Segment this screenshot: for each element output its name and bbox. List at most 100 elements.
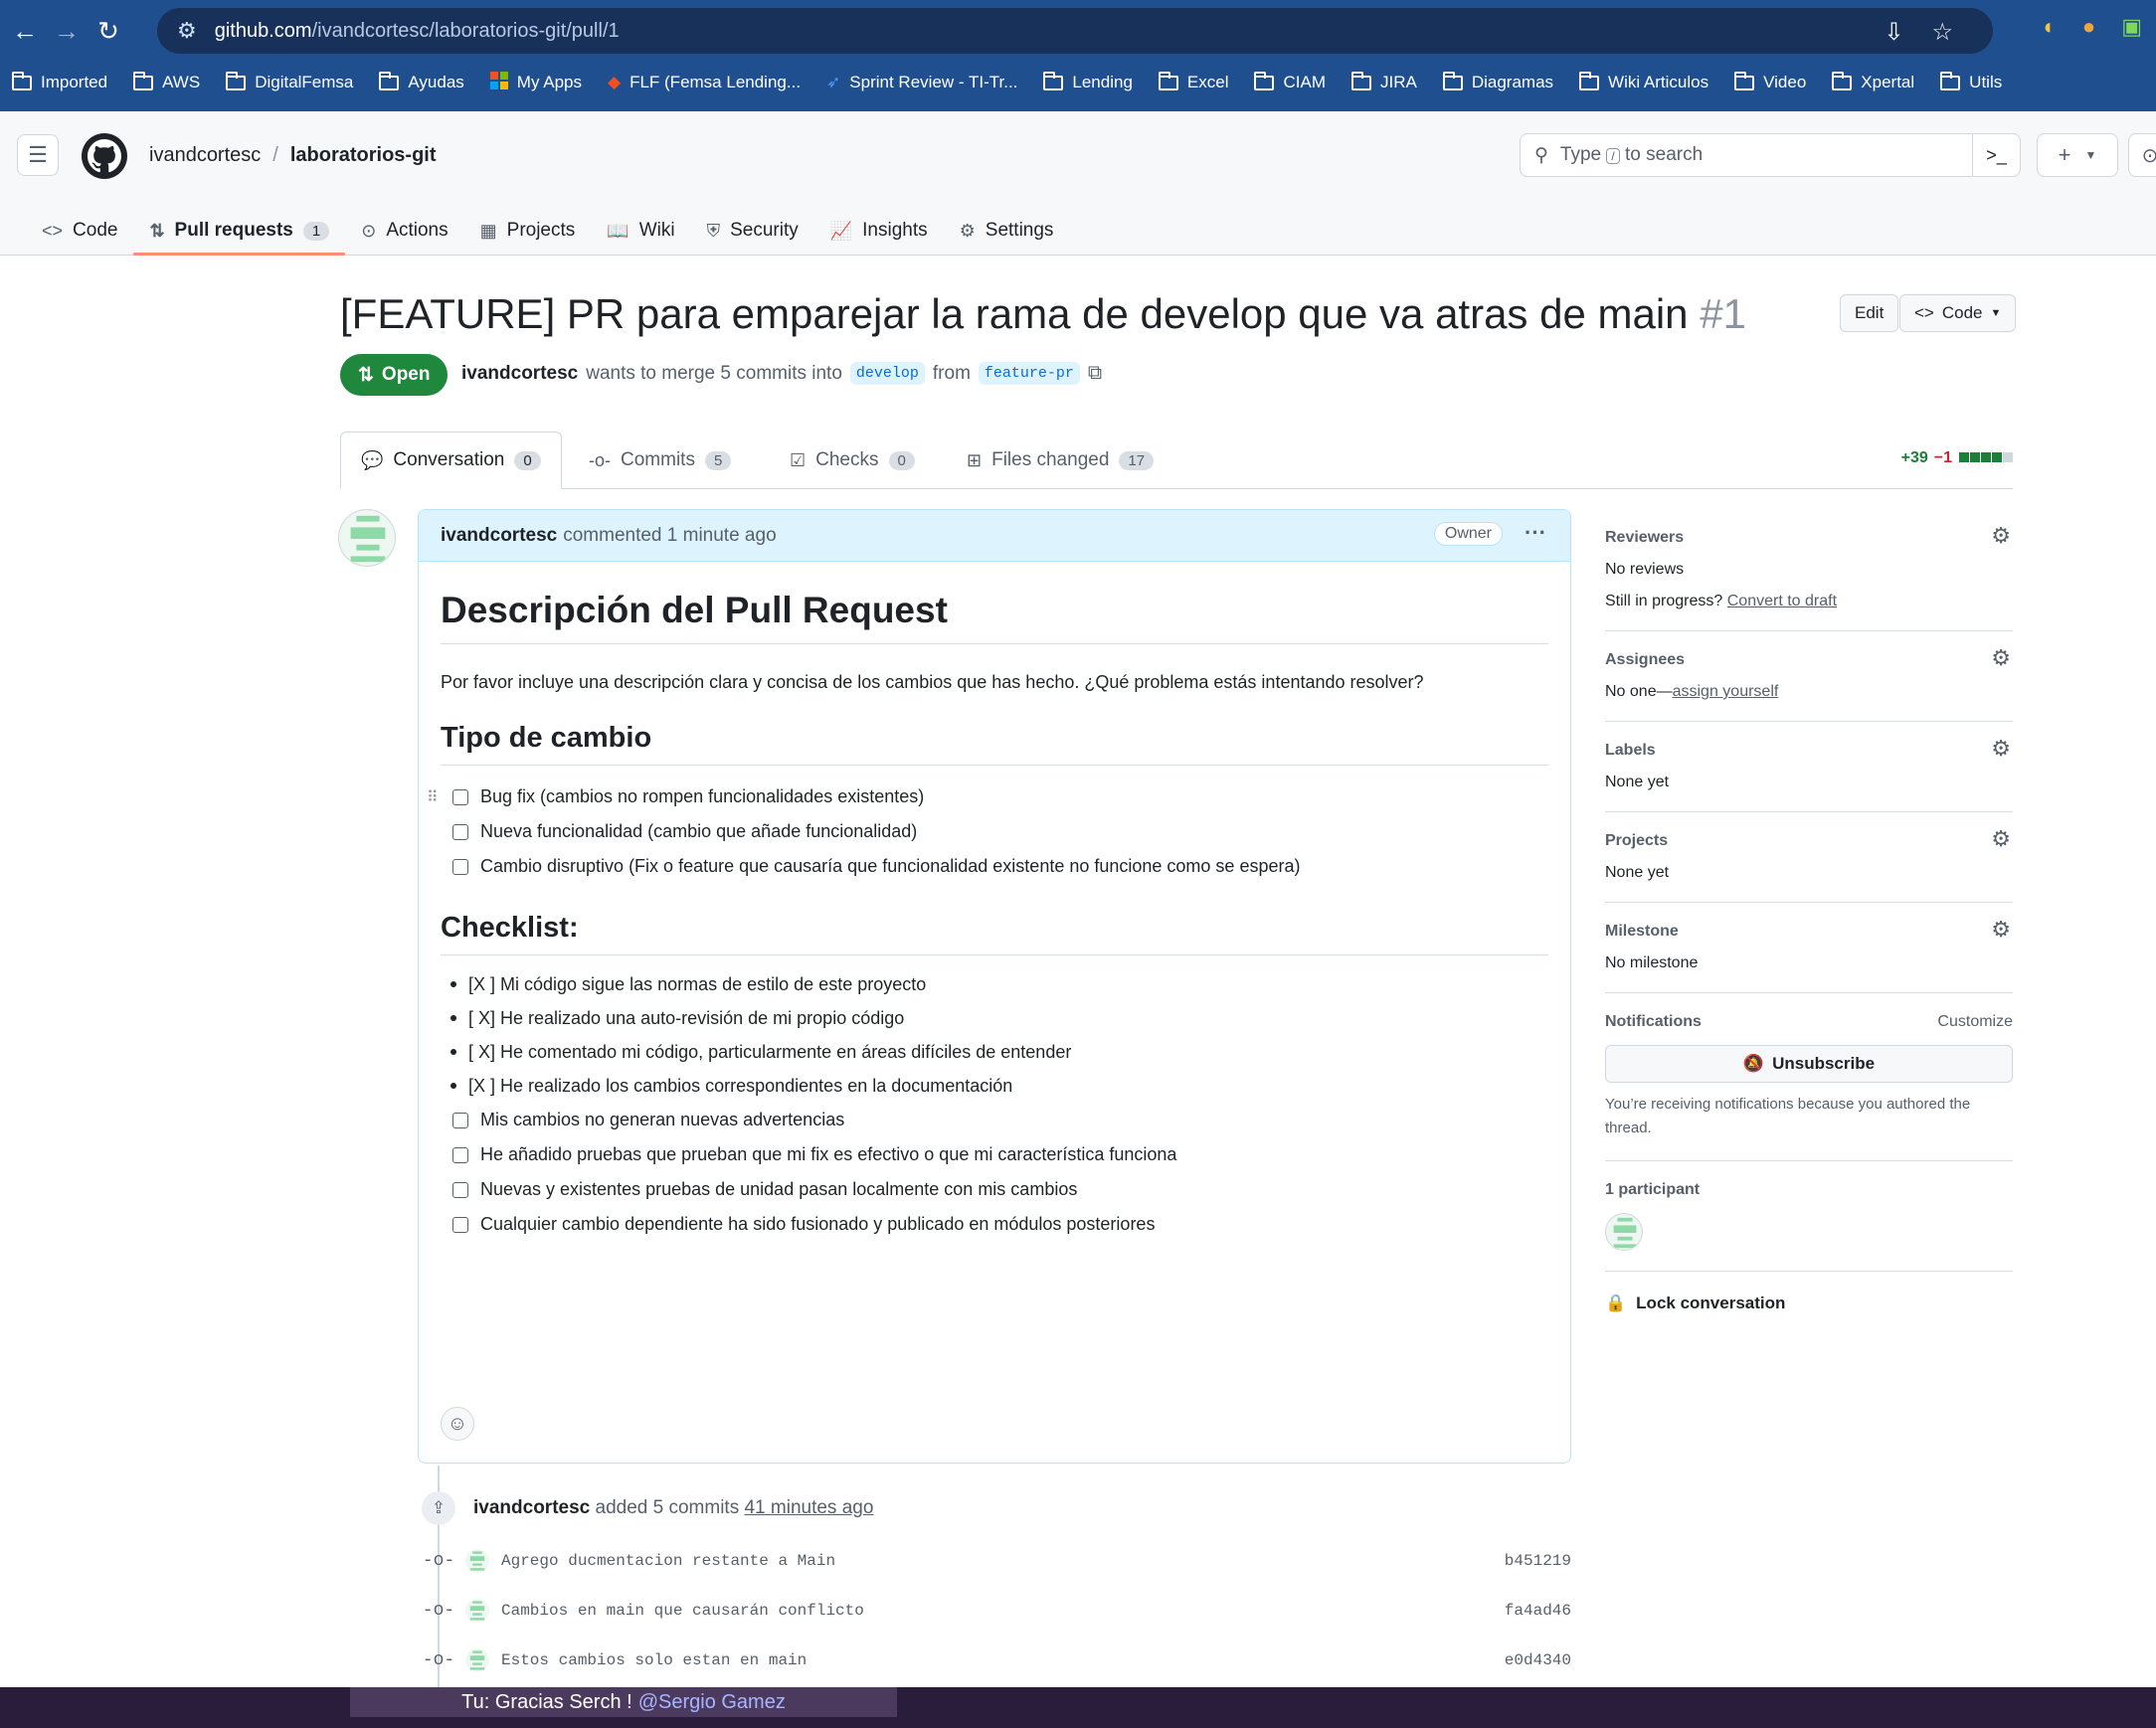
bookmark-item[interactable]: Imported bbox=[12, 71, 107, 92]
bookmark-item[interactable]: ◆ FLF (Femsa Lending... bbox=[608, 73, 801, 92]
avatar[interactable] bbox=[1605, 1213, 1643, 1251]
task-checkbox[interactable] bbox=[452, 1181, 468, 1198]
bookmark-item[interactable]: Wiki Articulos bbox=[1579, 71, 1708, 92]
task-checkbox[interactable] bbox=[452, 1146, 468, 1163]
repo-link[interactable]: laboratorios-git bbox=[290, 144, 437, 166]
assign-yourself-link[interactable]: assign yourself bbox=[1673, 683, 1779, 700]
avatar[interactable] bbox=[465, 1549, 489, 1573]
install-app-icon[interactable]: ⇩ bbox=[1884, 18, 1903, 47]
commit-sha[interactable]: fa4ad46 bbox=[1505, 1602, 1571, 1620]
avatar[interactable] bbox=[338, 509, 396, 567]
commit-message[interactable]: Agrego ducmentacion restante a Main bbox=[501, 1552, 835, 1570]
smiley-icon[interactable]: ☺ bbox=[441, 1407, 474, 1441]
bookmark-item[interactable]: Xpertal bbox=[1832, 71, 1914, 92]
folder-icon bbox=[133, 71, 154, 90]
address-bar[interactable]: ⚙ github.com/ivandcortesc/laboratorios-g… bbox=[157, 8, 1993, 54]
checklist-heading: Checklist: bbox=[441, 912, 1548, 955]
gear-icon[interactable]: ⚙ bbox=[1991, 523, 2011, 549]
bookmark-item[interactable]: Diagramas bbox=[1442, 71, 1553, 92]
bookmark-item[interactable]: My Apps bbox=[489, 71, 582, 94]
gear-icon[interactable]: ⚙ bbox=[1991, 645, 2011, 671]
bookmark-item[interactable]: Ayudas bbox=[379, 71, 464, 92]
tab-actions[interactable]: ⊙ Actions bbox=[345, 207, 463, 255]
cookie-extension-icon[interactable]: ● bbox=[2082, 14, 2095, 40]
commit-message[interactable]: Cambios en main que causarán conflicto bbox=[501, 1602, 864, 1620]
commit-message[interactable]: Estos cambios solo estan en main bbox=[501, 1651, 807, 1669]
plus-icon: + bbox=[2058, 142, 2071, 167]
forward-arrow-icon[interactable]: → bbox=[46, 10, 88, 52]
tab-checks[interactable]: ☑ Checks 0 bbox=[790, 432, 915, 489]
github-logo-icon[interactable] bbox=[82, 133, 127, 179]
tab-security[interactable]: ⛨ Security bbox=[691, 207, 814, 255]
tab-projects[interactable]: ▦ Projects bbox=[464, 207, 592, 255]
issues-icon[interactable]: ⊙ bbox=[2128, 133, 2156, 177]
timeline-time-link[interactable]: 41 minutes ago bbox=[744, 1497, 873, 1518]
bookmark-item[interactable]: JIRA bbox=[1350, 71, 1417, 92]
task-checkbox[interactable] bbox=[452, 823, 468, 840]
customize-link[interactable]: Customize bbox=[1937, 1013, 2013, 1031]
timeline-author[interactable]: ivandcortesc bbox=[473, 1497, 590, 1518]
tab-pull-requests[interactable]: ⇅ Pull requests 1 bbox=[133, 207, 345, 256]
task-checkbox[interactable] bbox=[452, 858, 468, 875]
bookmark-item[interactable]: Lending bbox=[1043, 71, 1133, 92]
commit-icon: -o- bbox=[422, 1601, 455, 1621]
tab-files-changed[interactable]: ⊞ Files changed 17 bbox=[967, 432, 1155, 489]
convert-to-draft-link[interactable]: Convert to draft bbox=[1727, 593, 1837, 609]
drag-handle-icon[interactable]: ⠿ bbox=[427, 787, 439, 807]
tab-code[interactable]: <> Code bbox=[26, 207, 133, 255]
command-palette-icon[interactable]: >_ bbox=[1972, 134, 2020, 176]
task-checkbox[interactable] bbox=[452, 1112, 468, 1128]
bell-slash-icon: 🔕 bbox=[1742, 1054, 1765, 1073]
gear-icon[interactable]: ⚙ bbox=[1991, 917, 2011, 943]
task-checkbox[interactable] bbox=[452, 1216, 468, 1233]
lock-conversation-button[interactable]: 🔒 Lock conversation bbox=[1605, 1294, 2013, 1313]
gear-icon: ⚙ bbox=[959, 220, 976, 241]
commit-sha[interactable]: b451219 bbox=[1505, 1552, 1571, 1570]
bookmark-item[interactable]: Utils bbox=[1940, 71, 2002, 92]
extension-icon[interactable]: ◐ bbox=[2044, 14, 2057, 40]
tab-commits[interactable]: -o- Commits 5 bbox=[589, 432, 732, 489]
bookmark-star-icon[interactable]: ☆ bbox=[1931, 18, 1953, 47]
bookmark-item[interactable]: Video bbox=[1734, 71, 1806, 92]
reload-icon[interactable]: ↻ bbox=[88, 10, 129, 52]
tab-wiki[interactable]: 📖 Wiki bbox=[591, 207, 690, 255]
bookmark-item[interactable]: DigitalFemsa bbox=[226, 71, 353, 92]
back-arrow-icon[interactable]: ← bbox=[4, 10, 46, 52]
comment-author[interactable]: ivandcortesc bbox=[441, 525, 557, 547]
search-input[interactable]: ⚲ Type / to search >_ bbox=[1520, 133, 2021, 177]
gear-icon[interactable]: ⚙ bbox=[1991, 736, 2011, 762]
tab-settings[interactable]: ⚙ Settings bbox=[944, 207, 1070, 255]
tab-conversation[interactable]: 💬 Conversation 0 bbox=[340, 432, 562, 489]
site-settings-icon[interactable]: ⚙ bbox=[177, 18, 197, 44]
menu-icon[interactable]: ☰ bbox=[17, 134, 59, 176]
unsubscribe-button[interactable]: 🔕 Unsubscribe bbox=[1605, 1045, 2013, 1083]
bookmark-item[interactable]: Excel bbox=[1158, 71, 1228, 92]
bookmark-item[interactable]: AWS bbox=[133, 71, 200, 92]
code-dropdown-button[interactable]: <> Code ▼ bbox=[1899, 294, 2017, 332]
edit-button[interactable]: Edit bbox=[1840, 294, 1899, 332]
avatar[interactable] bbox=[465, 1648, 489, 1672]
head-branch[interactable]: feature-pr bbox=[978, 362, 1080, 385]
bookmark-item[interactable]: ➶ Sprint Review - TI-Tr... bbox=[826, 73, 1017, 92]
extension-green-icon[interactable]: ▣ bbox=[2121, 14, 2142, 40]
owner-link[interactable]: ivandcortesc bbox=[149, 144, 261, 166]
gear-icon[interactable]: ⚙ bbox=[1991, 826, 2011, 852]
teams-notification[interactable]: Tu: Gracias Serch ! @Sergio Gamez bbox=[350, 1687, 897, 1717]
base-branch[interactable]: develop bbox=[849, 362, 925, 385]
copy-icon[interactable]: ⧉ bbox=[1088, 362, 1102, 385]
author-link[interactable]: ivandcortesc bbox=[461, 363, 578, 385]
avatar[interactable] bbox=[465, 1599, 489, 1623]
create-new-button[interactable]: + ▼ bbox=[2037, 133, 2118, 177]
graph-icon: 📈 bbox=[829, 220, 853, 241]
tab-insights[interactable]: 📈 Insights bbox=[814, 207, 944, 255]
bookmark-item[interactable]: CIAM bbox=[1254, 71, 1326, 92]
type-heading: Tipo de cambio bbox=[441, 722, 1548, 766]
comment-icon: 💬 bbox=[361, 449, 384, 470]
github-page: ☰ ivandcortesc / laboratorios-git ⚲ Type /… bbox=[0, 111, 2156, 1687]
kebab-menu-icon[interactable]: ··· bbox=[1525, 520, 1546, 546]
commit-sha[interactable]: e0d4340 bbox=[1505, 1651, 1571, 1669]
task-item: Cambio disruptivo (Fix o feature que cau… bbox=[441, 849, 1548, 884]
owner-badge: Owner bbox=[1433, 522, 1503, 546]
task-checkbox[interactable] bbox=[452, 788, 468, 805]
pr-tabs: 💬 Conversation 0 -o- Commits 5 ☑ Checks 0 ⊞ Fil… bbox=[340, 432, 2013, 489]
